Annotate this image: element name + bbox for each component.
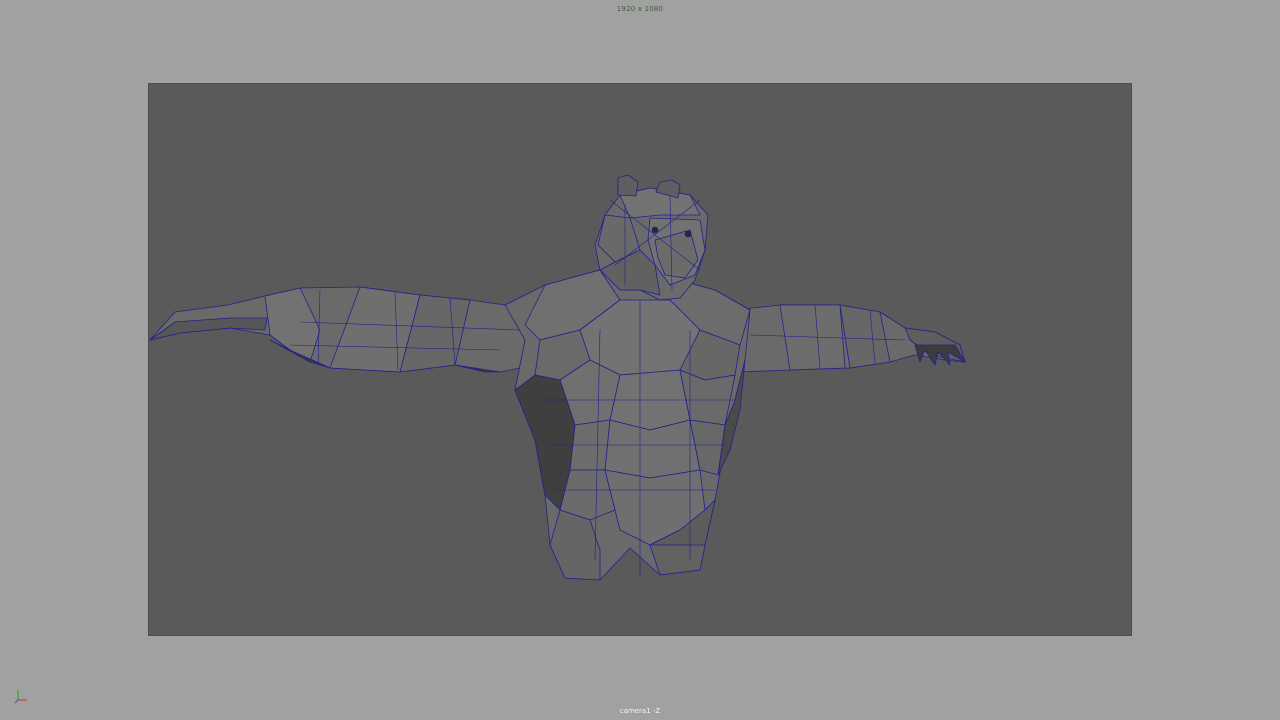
- camera-label: camera1 -Z: [619, 707, 661, 715]
- bear-model-wireframe[interactable]: [0, 0, 1280, 720]
- maya-viewport[interactable]: 1920 x 1080 camera1 -Z: [0, 0, 1280, 720]
- left-ear: [617, 174, 639, 197]
- xyz-axis-icon: [14, 690, 27, 704]
